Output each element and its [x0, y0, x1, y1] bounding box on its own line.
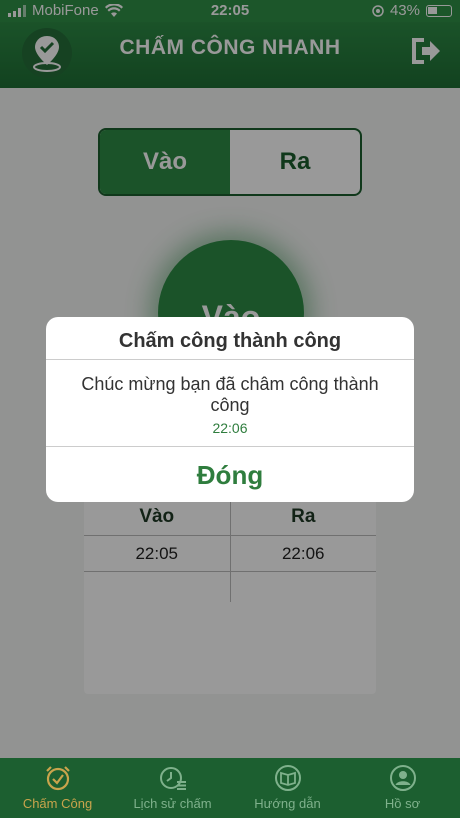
close-button[interactable]: Đóng — [46, 446, 414, 502]
tab-label: Lịch sử chấm — [133, 796, 212, 811]
alarm-clock-icon — [45, 766, 70, 791]
dialog-message: Chúc mừng bạn đã châm công thành công — [81, 374, 379, 415]
tab-cham-cong[interactable]: Chấm Công — [0, 758, 115, 818]
profile-icon — [389, 765, 416, 791]
dialog-time: 22:06 — [212, 420, 248, 436]
tab-ho-so[interactable]: Hồ sơ — [345, 758, 460, 818]
tab-huong-dan[interactable]: Hướng dẫn — [230, 758, 345, 818]
history-icon — [159, 767, 186, 790]
book-icon — [274, 765, 301, 791]
dialog-title: Chấm công thành công — [46, 317, 414, 360]
tab-label: Hồ sơ — [384, 796, 421, 811]
tab-lich-su[interactable]: Lịch sử chấm — [115, 758, 230, 818]
tab-label: Chấm Công — [22, 796, 93, 811]
success-dialog: Chấm công thành công Chúc mừng bạn đã ch… — [46, 317, 414, 502]
dialog-message-area: Chúc mừng bạn đã châm công thành công 22… — [46, 360, 414, 446]
tab-label: Hướng dẫn — [254, 796, 321, 811]
bottom-tab-bar: Chấm Công Lịch sử chấm Hướng dẫn Hồ sơ — [0, 758, 460, 818]
